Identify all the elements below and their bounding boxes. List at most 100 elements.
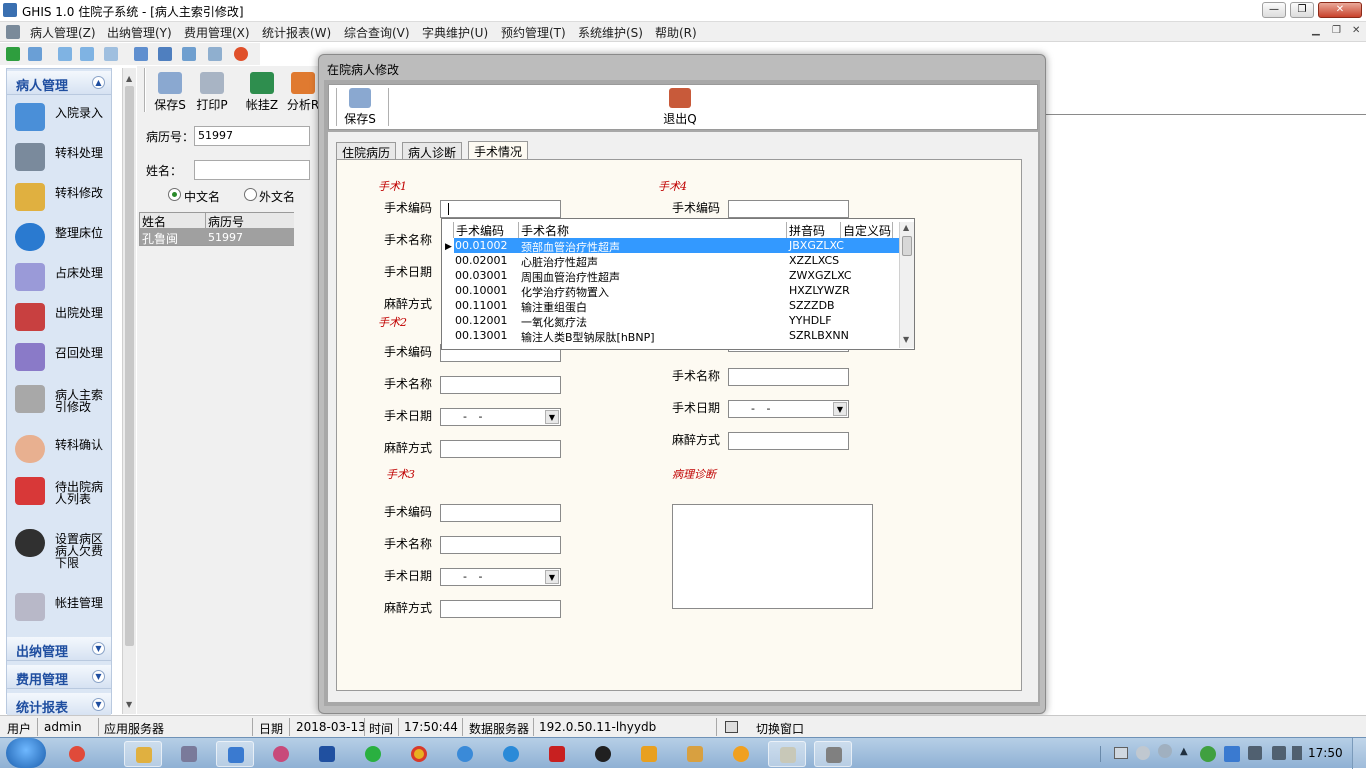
tray-icon[interactable] <box>1200 746 1216 762</box>
save-button[interactable]: 保存S <box>148 72 192 114</box>
table-row[interactable]: 孔鲁闽 51997 <box>140 229 294 246</box>
close-icon[interactable]: ✕ <box>1318 2 1362 18</box>
taskbar-app[interactable] <box>814 741 852 767</box>
mdi-close-icon[interactable]: ✕ <box>1352 25 1360 36</box>
sidebar-section-reports[interactable]: 统计报表 ▼ <box>7 693 111 717</box>
tab-surgery[interactable]: 手术情况 <box>468 141 529 160</box>
menu-fees[interactable]: 费用管理(X) <box>184 24 250 41</box>
sidebar-section-fees[interactable]: 费用管理 ▼ <box>7 665 111 689</box>
sidebar-item-hang[interactable]: 帐挂管理 <box>13 589 113 625</box>
surgery-code-input-1[interactable] <box>440 200 561 218</box>
taskbar-explorer[interactable] <box>124 741 162 767</box>
anesthesia-input-2[interactable] <box>440 440 561 458</box>
taskbar-wechat[interactable] <box>354 741 392 767</box>
popup-header-custom[interactable]: 自定义码 <box>841 222 893 238</box>
popup-scrollbar[interactable]: ▲ ▼ <box>899 222 914 348</box>
tray-icon[interactable] <box>1136 746 1150 760</box>
tool-icon[interactable] <box>158 47 172 61</box>
tool-icon[interactable] <box>28 47 42 61</box>
scroll-down-icon[interactable]: ▼ <box>126 700 132 709</box>
sidebar-item-recall[interactable]: 召回处理 <box>13 339 113 375</box>
popup-row[interactable]: 00.13001 输注人类B型钠尿肽[hBNP] SZRLBXNN <box>454 328 902 344</box>
menu-system[interactable]: 系统维护(S) <box>578 24 643 41</box>
sidebar-item-beds[interactable]: 整理床位 <box>13 219 113 255</box>
tab-medical-record[interactable]: 住院病历 <box>336 142 397 160</box>
sidebar-item-arrears[interactable]: 设置病区病人欠费下限 <box>13 525 113 581</box>
anesthesia-input-3[interactable] <box>440 600 561 618</box>
popup-row[interactable]: 00.03001 周围血管治疗性超声 ZWXGZLXC <box>454 268 902 284</box>
surgery-code-input-3[interactable] <box>440 504 561 522</box>
mdi-min-icon[interactable]: ▁ <box>1312 25 1320 36</box>
exit-icon[interactable] <box>234 47 248 61</box>
taskbar-app[interactable] <box>676 741 714 767</box>
sidebar-item-master-index[interactable]: 病人主索引修改 <box>13 381 113 425</box>
hang-button[interactable]: 帐挂Z <box>240 72 284 114</box>
dialog-save-button[interactable]: 保存S <box>342 88 378 127</box>
popup-row[interactable]: 00.01002 颈部血管治疗性超声 JBXGZLXC <box>454 238 902 254</box>
scroll-up-icon[interactable]: ▲ <box>126 74 132 83</box>
taskbar-acrobat[interactable] <box>538 741 576 767</box>
taskbar-app[interactable] <box>170 741 208 767</box>
tool-icon[interactable] <box>80 47 94 61</box>
menu-patient[interactable]: 病人管理(Z) <box>30 24 96 41</box>
tool-icon[interactable] <box>134 47 148 61</box>
minimize-icon[interactable]: — <box>1262 2 1286 18</box>
menu-query[interactable]: 综合查询(V) <box>344 24 410 41</box>
tool-icon[interactable] <box>208 47 222 61</box>
popup-row[interactable]: 00.11001 输注重组蛋白 SZZZDB <box>454 298 902 314</box>
taskbar-app[interactable] <box>262 741 300 767</box>
taskbar-app[interactable] <box>722 741 760 767</box>
tray-expand-icon[interactable]: ▲ <box>1180 746 1188 757</box>
tab-diagnosis[interactable]: 病人诊断 <box>402 142 463 160</box>
chevron-down-icon[interactable]: ▼ <box>92 642 105 655</box>
taskbar-app[interactable] <box>630 741 668 767</box>
tool-icon[interactable] <box>182 47 196 61</box>
sidebar-item-transfer-confirm[interactable]: 转科确认 <box>13 431 113 467</box>
start-button[interactable] <box>6 738 46 768</box>
surgery-name-input-3[interactable] <box>440 536 561 554</box>
taskbar-app[interactable] <box>58 741 96 767</box>
taskbar-qq[interactable] <box>584 741 622 767</box>
popup-row[interactable]: 00.02001 心脏治疗性超声 XZZLXCS <box>454 253 902 269</box>
print-button[interactable]: 打印P <box>190 72 234 114</box>
dropdown-arrow-icon[interactable]: ▼ <box>545 570 559 584</box>
analyze-button[interactable]: 分析R <box>286 72 320 114</box>
taskbar-app[interactable] <box>446 741 484 767</box>
taskbar-ghis[interactable] <box>768 741 806 767</box>
menu-appointment[interactable]: 预约管理(T) <box>501 24 566 41</box>
menu-dictionary[interactable]: 字典维护(U) <box>422 24 488 41</box>
grid-header-record[interactable]: 病历号 <box>206 213 294 229</box>
tool-icon[interactable] <box>104 47 118 61</box>
sidebar-scrollbar[interactable]: ▲ ▼ <box>122 68 136 714</box>
sidebar-item-transfer-edit[interactable]: 转科修改 <box>13 179 113 215</box>
surgery-code-input-4[interactable] <box>728 200 849 218</box>
restore-icon[interactable]: ❐ <box>1290 2 1314 18</box>
popup-row[interactable]: 00.12001 一氧化氮疗法 YYHDLF <box>454 313 902 329</box>
surgery-date-picker-3[interactable]: - - ▼ <box>440 568 561 586</box>
chevron-up-icon[interactable]: ▲ <box>92 76 105 89</box>
sidebar-item-admission[interactable]: 入院录入 <box>13 99 113 135</box>
excel-icon[interactable] <box>6 47 20 61</box>
show-desktop-button[interactable] <box>1352 738 1366 769</box>
pathology-textarea[interactable] <box>672 504 873 609</box>
popup-header-code[interactable]: 手术编码 <box>454 222 519 238</box>
popup-header-name[interactable]: 手术名称 <box>519 222 787 238</box>
record-no-input[interactable]: 51997 <box>194 126 310 146</box>
radio-foreign-name[interactable] <box>244 188 257 201</box>
sidebar-section-patient[interactable]: 病人管理 ▲ <box>7 71 111 95</box>
scroll-down-icon[interactable]: ▼ <box>903 335 909 344</box>
radio-chinese-name[interactable] <box>168 188 181 201</box>
taskbar-app[interactable] <box>216 741 254 767</box>
name-input[interactable] <box>194 160 310 180</box>
dropdown-arrow-icon[interactable]: ▼ <box>545 410 559 424</box>
help-icon[interactable] <box>1158 744 1172 758</box>
scroll-thumb[interactable] <box>902 236 912 256</box>
keyboard-icon[interactable] <box>1114 747 1128 759</box>
surgery-name-input-5[interactable] <box>728 368 849 386</box>
surgery-date-picker-2[interactable]: - - ▼ <box>440 408 561 426</box>
switch-window-button[interactable]: 切换窗口 <box>756 720 804 737</box>
network-icon[interactable] <box>1248 746 1262 760</box>
mdi-restore-icon[interactable]: ❐ <box>1332 25 1341 36</box>
scroll-thumb[interactable] <box>125 86 134 646</box>
taskbar-ie[interactable] <box>492 741 530 767</box>
